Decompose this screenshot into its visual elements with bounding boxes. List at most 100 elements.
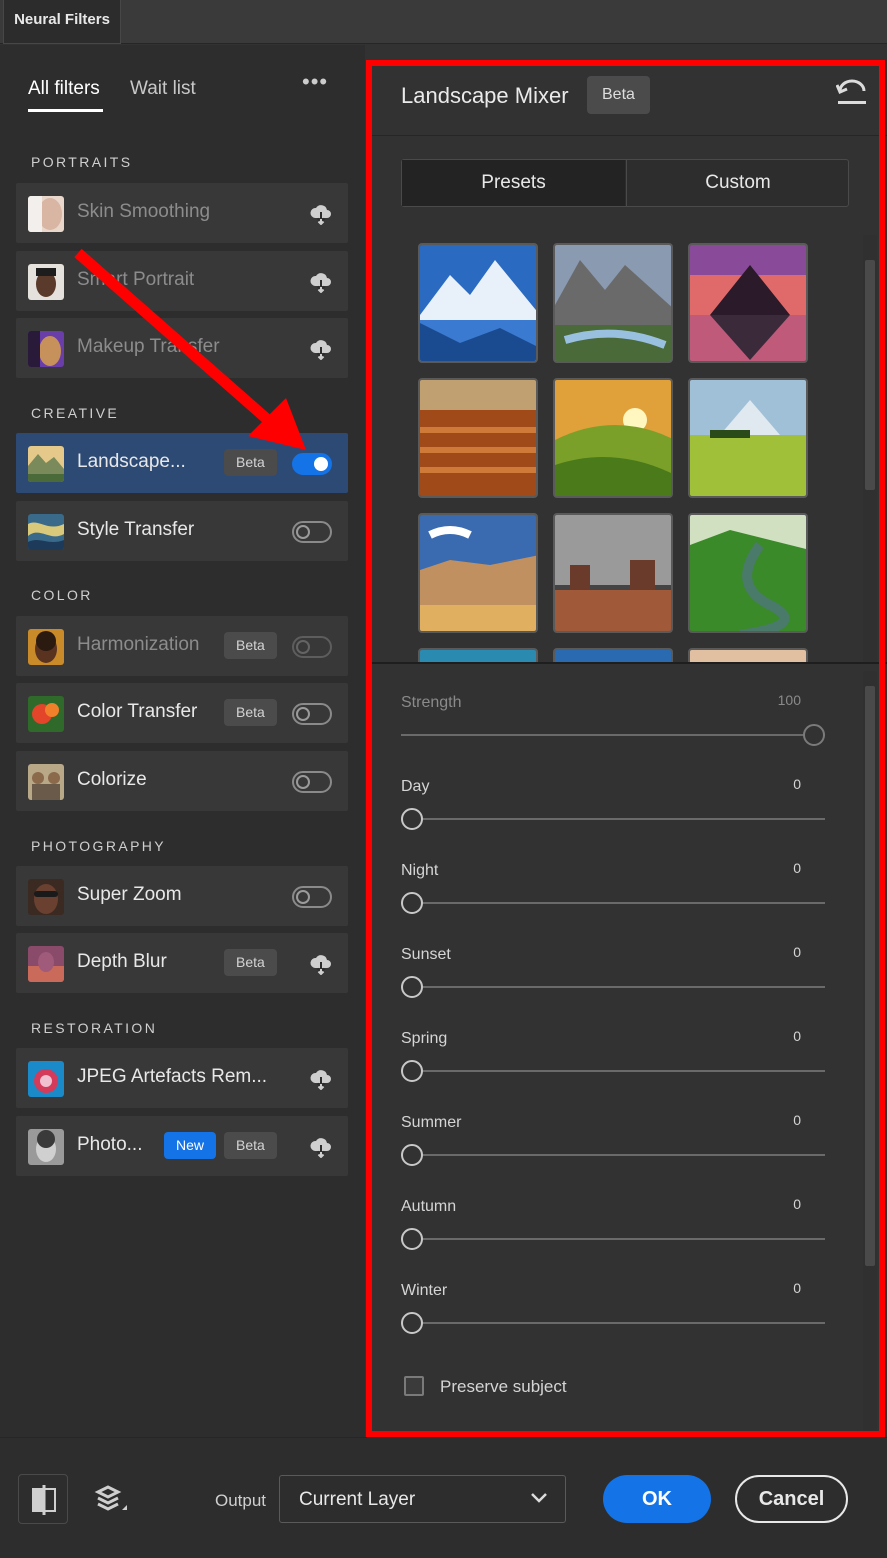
colorize-toggle[interactable] [292, 771, 332, 793]
output-select[interactable]: Current Layer [279, 1475, 566, 1523]
harmonization-thumbnail [28, 629, 64, 665]
slider-handle-strength[interactable] [803, 724, 825, 746]
presets-tab[interactable]: Presets [402, 160, 625, 206]
slider-track-summer[interactable] [401, 1154, 825, 1156]
filter-item-harmonization[interactable]: Harmonization Beta [16, 616, 348, 676]
toggle-knob [296, 640, 310, 654]
super-zoom-toggle[interactable] [292, 886, 332, 908]
style-transfer-thumbnail [28, 514, 64, 550]
slider-handle-winter[interactable] [401, 1312, 423, 1334]
section-restoration: RESTORATION [31, 1020, 158, 1036]
filter-item-color-transfer[interactable]: Color Transfer Beta [16, 683, 348, 743]
cloud-download-icon[interactable] [308, 336, 334, 360]
beta-badge: Beta [587, 76, 650, 114]
preset-green-meadow[interactable] [688, 378, 808, 498]
reset-icon[interactable] [836, 79, 868, 107]
slider-label-strength: Strength [401, 694, 462, 711]
slider-value-winter: 0 [793, 1280, 801, 1296]
toggle-knob [296, 525, 310, 539]
slider-value-autumn: 0 [793, 1196, 801, 1212]
slider-label-spring: Spring [401, 1030, 448, 1047]
preset-sunset-peak[interactable] [688, 243, 808, 363]
filter-item-skin-smoothing[interactable]: Skin Smoothing [16, 183, 348, 243]
style-transfer-toggle[interactable] [292, 521, 332, 543]
tab-bar: Neural Filters [0, 0, 887, 44]
preset-scrollbar-thumb[interactable] [865, 260, 875, 490]
preset-partial-2[interactable] [553, 648, 673, 662]
preset-monument-valley[interactable] [553, 513, 673, 633]
more-options-icon[interactable]: ••• [302, 69, 328, 95]
cloud-download-icon[interactable] [308, 951, 334, 975]
slider-label-sunset: Sunset [401, 946, 451, 963]
preset-sunrise-hills[interactable] [553, 378, 673, 498]
tab-neural-filters[interactable]: Neural Filters [3, 0, 121, 44]
preset-winter-lake[interactable] [418, 243, 538, 363]
slider-track-night[interactable] [401, 902, 825, 904]
preset-partial-1[interactable] [418, 648, 538, 662]
cloud-download-icon[interactable] [308, 269, 334, 293]
filter-item-makeup-transfer[interactable]: Makeup Transfer [16, 318, 348, 378]
smart-portrait-thumbnail [28, 264, 64, 300]
settings-scrollbar[interactable] [863, 671, 877, 1431]
filter-item-smart-portrait[interactable]: Smart Portrait [16, 251, 348, 311]
color-transfer-thumbnail [28, 696, 64, 732]
filter-item-landscape-mixer[interactable]: Landscape... Beta [16, 433, 348, 493]
slider-handle-night[interactable] [401, 892, 423, 914]
slider-track-spring[interactable] [401, 1070, 825, 1072]
settings-scrollbar-thumb[interactable] [865, 686, 875, 1266]
preserve-subject-checkbox[interactable] [404, 1376, 424, 1396]
slider-handle-autumn[interactable] [401, 1228, 423, 1250]
filter-label: Harmonization [77, 634, 200, 655]
panel-title: Landscape Mixer [401, 83, 569, 108]
layers-button[interactable] [88, 1474, 138, 1524]
split-view-icon [32, 1485, 56, 1515]
filter-item-photo-restoration[interactable]: Photo... New Beta [16, 1116, 348, 1176]
preset-canyon[interactable] [418, 378, 538, 498]
cloud-download-icon[interactable] [308, 1134, 334, 1158]
custom-tab[interactable]: Custom [626, 160, 849, 206]
layers-icon [94, 1485, 127, 1511]
beta-badge: Beta [224, 449, 277, 476]
toggle-knob [296, 890, 310, 904]
filter-item-style-transfer[interactable]: Style Transfer [16, 501, 348, 561]
slider-handle-sunset[interactable] [401, 976, 423, 998]
presets-custom-segmented-control: Presets Custom [401, 159, 849, 207]
slider-track-strength[interactable] [401, 734, 825, 736]
preset-river-valley[interactable] [688, 513, 808, 633]
preset-desert-cliffs[interactable] [418, 513, 538, 633]
filter-label: Photo... [77, 1134, 143, 1155]
slider-track-autumn[interactable] [401, 1238, 825, 1240]
slider-value-night: 0 [793, 860, 801, 876]
neural-filters-window: Neural Filters All filters Wait list •••… [0, 0, 887, 1558]
skin-smoothing-thumbnail [28, 196, 64, 232]
slider-handle-spring[interactable] [401, 1060, 423, 1082]
landscape-mixer-toggle[interactable] [292, 453, 332, 475]
cloud-download-icon[interactable] [308, 201, 334, 225]
filter-item-jpeg-artefacts-removal[interactable]: JPEG Artefacts Rem... [16, 1048, 348, 1108]
cloud-download-icon[interactable] [308, 1066, 334, 1090]
slider-track-winter[interactable] [401, 1322, 825, 1324]
cancel-button[interactable]: Cancel [735, 1475, 848, 1523]
preset-grid [366, 235, 874, 662]
slider-track-day[interactable] [401, 818, 825, 820]
filter-label: JPEG Artefacts Rem... [77, 1066, 268, 1087]
section-color: COLOR [31, 587, 93, 603]
before-after-button[interactable] [18, 1474, 68, 1524]
section-photography: PHOTOGRAPHY [31, 838, 167, 854]
ok-button[interactable]: OK [603, 1475, 711, 1523]
filter-item-colorize[interactable]: Colorize [16, 751, 348, 811]
preset-mountain-valley[interactable] [553, 243, 673, 363]
preset-partial-3[interactable] [688, 648, 808, 662]
makeup-transfer-thumbnail [28, 331, 64, 367]
filter-item-super-zoom[interactable]: Super Zoom [16, 866, 348, 926]
tab-wait-list[interactable]: Wait list [130, 78, 196, 100]
harmonization-toggle[interactable] [292, 636, 332, 658]
filter-item-depth-blur[interactable]: Depth Blur Beta [16, 933, 348, 993]
slider-handle-summer[interactable] [401, 1144, 423, 1166]
slider-track-sunset[interactable] [401, 986, 825, 988]
slider-handle-day[interactable] [401, 808, 423, 830]
color-transfer-toggle[interactable] [292, 703, 332, 725]
slider-value-day: 0 [793, 776, 801, 792]
tab-all-filters[interactable]: All filters [28, 78, 100, 100]
preset-scrollbar[interactable] [863, 235, 877, 662]
